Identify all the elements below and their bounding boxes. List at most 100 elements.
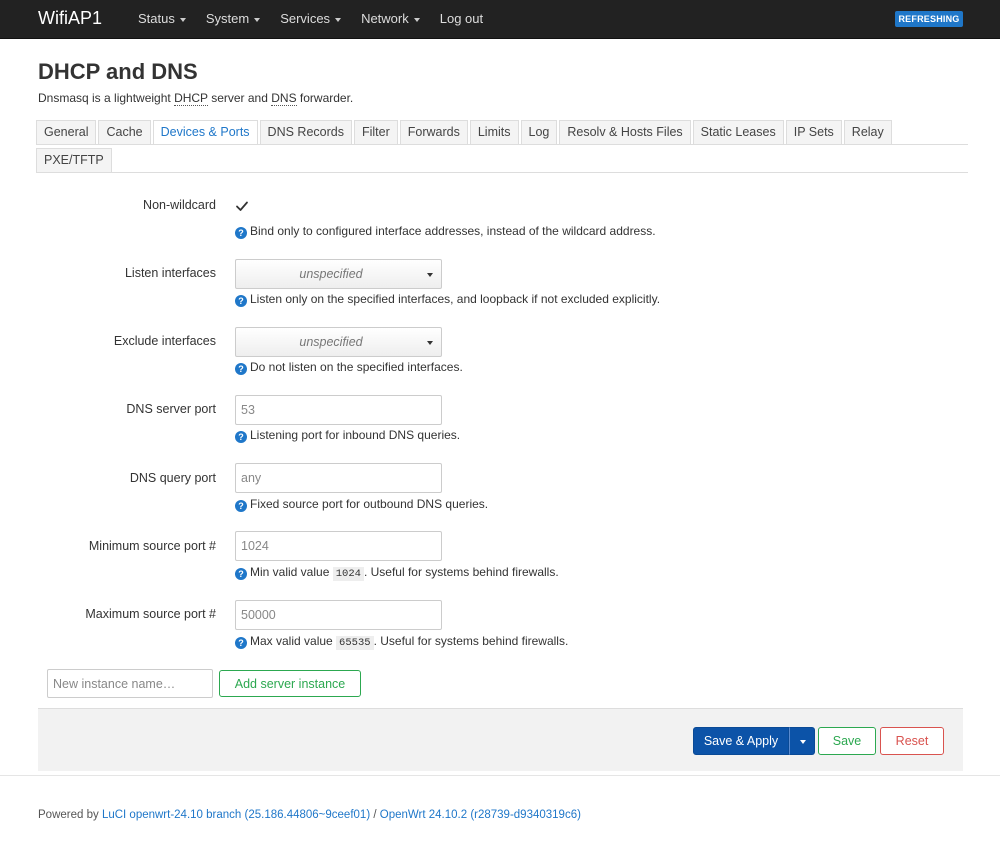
caret-down-icon <box>179 17 186 22</box>
question-circle-icon: ? <box>235 568 247 580</box>
page-description: Dnsmasq is a lightweight DHCP server and… <box>38 91 354 106</box>
min-help-prefix: Min valid value <box>250 565 333 579</box>
max-source-port-help: ? Max valid value 65535. Useful for syste… <box>235 634 569 650</box>
question-circle-icon: ? <box>235 227 247 239</box>
brand-title[interactable]: WifiAP1 <box>38 8 102 29</box>
caret-down-icon <box>427 273 433 277</box>
tab-pxe-tftp[interactable]: PXE/TFTP <box>36 148 112 173</box>
menu-status[interactable]: Status <box>128 0 196 39</box>
caret-down-icon <box>800 740 806 744</box>
question-circle-icon: ? <box>235 295 247 307</box>
menu-network-label: Network <box>361 11 409 26</box>
listen-interfaces-help-text: Listen only on the specified interfaces,… <box>250 292 661 306</box>
tab-limits[interactable]: Limits <box>469 120 519 145</box>
nonwildcard-help: ? Bind only to configured interface addre… <box>235 224 656 239</box>
footer-divider <box>0 775 1000 776</box>
tab-forwards[interactable]: Forwards <box>399 120 468 145</box>
menu-logout-label: Log out <box>439 11 484 26</box>
desc-mid: server and <box>207 91 272 105</box>
menu-services-label: Services <box>280 11 331 26</box>
save-apply-button[interactable]: Save & Apply <box>693 727 789 755</box>
nonwildcard-checkbox[interactable] <box>235 199 249 213</box>
menu-services[interactable]: Services <box>270 0 351 39</box>
min-help-code: 1024 <box>332 567 364 581</box>
dns-query-port-input[interactable] <box>235 463 442 493</box>
min-source-port-help: ? Min valid value 1024. Useful for system… <box>235 565 559 581</box>
listen-interfaces-select[interactable]: unspecified <box>235 259 442 289</box>
tab-divider <box>36 172 968 173</box>
dns-query-port-help-text: Fixed source port for outbound DNS queri… <box>250 497 489 511</box>
listen-interfaces-help: ? Listen only on the specified interfaces… <box>235 292 660 307</box>
page-title: DHCP and DNS <box>38 59 198 84</box>
dns-query-port-help: ? Fixed source port for outbound DNS quer… <box>235 497 488 512</box>
tab-devices-ports[interactable]: Devices & Ports <box>152 120 258 145</box>
caret-down-icon <box>413 17 420 22</box>
caret-down-icon <box>254 17 261 22</box>
exclude-interfaces-select[interactable]: unspecified <box>235 327 442 357</box>
desc-suffix: forwarder. <box>296 91 354 105</box>
save-button[interactable]: Save <box>818 727 876 755</box>
reset-button[interactable]: Reset <box>880 727 944 755</box>
nonwildcard-label: Non-wildcard <box>143 198 216 212</box>
desc-prefix: Dnsmasq is a lightweight <box>38 91 175 105</box>
add-server-instance-button[interactable]: Add server instance <box>219 670 361 697</box>
tab-filter[interactable]: Filter <box>353 120 398 145</box>
exclude-interfaces-help-text: Do not listen on the specified interface… <box>250 360 463 374</box>
action-bar: Save & Apply Save Reset <box>38 708 963 771</box>
dns-server-port-help: ? Listening port for inbound DNS queries. <box>235 428 460 443</box>
tab-dns-records[interactable]: DNS Records <box>259 120 352 145</box>
luci-link[interactable]: LuCI openwrt-24.10 branch (25.186.44806~… <box>102 809 370 821</box>
question-circle-icon: ? <box>235 637 247 649</box>
tab-relay[interactable]: Relay <box>843 120 892 145</box>
caret-down-icon <box>427 341 433 345</box>
menu-status-label: Status <box>138 11 175 26</box>
tab-static-leases[interactable]: Static Leases <box>692 120 784 145</box>
menu-system-label: System <box>205 11 250 26</box>
tab-row-1: General Cache Devices & Ports DNS Record… <box>36 120 968 145</box>
main-menu: Status System Services Network Log out <box>128 0 493 39</box>
max-help-prefix: Max valid value <box>250 634 337 648</box>
caret-down-icon <box>335 17 342 22</box>
min-source-port-label: Minimum source port # <box>88 539 216 553</box>
new-instance-name-input[interactable] <box>47 669 213 698</box>
menu-system[interactable]: System <box>196 0 270 39</box>
desc-abbr-dhcp: DHCP <box>174 91 208 106</box>
refreshing-badge[interactable]: REFRESHING <box>895 11 963 27</box>
tab-general[interactable]: General <box>36 120 97 145</box>
menu-network[interactable]: Network <box>351 0 430 39</box>
min-help-suffix: . Useful for systems behind firewalls. <box>363 565 559 579</box>
exclude-interfaces-label: Exclude interfaces <box>113 334 216 348</box>
tab-row-2: PXE/TFTP <box>36 148 114 173</box>
tab-resolv-hosts[interactable]: Resolv & Hosts Files <box>559 120 691 145</box>
max-help-suffix: . Useful for systems behind firewalls. <box>373 634 569 648</box>
question-circle-icon: ? <box>235 363 247 375</box>
tab-divider <box>36 144 968 145</box>
section-tabs: General Cache Devices & Ports DNS Record… <box>36 120 968 173</box>
listen-interfaces-label: Listen interfaces <box>124 266 216 280</box>
question-circle-icon: ? <box>235 500 247 512</box>
tab-cache[interactable]: Cache <box>98 120 151 145</box>
listen-interfaces-value: unspecified <box>299 267 363 281</box>
checkmark-icon <box>236 201 248 211</box>
question-circle-icon: ? <box>235 431 247 443</box>
min-source-port-input[interactable] <box>235 531 442 561</box>
dns-server-port-input[interactable] <box>235 395 442 425</box>
exclude-interfaces-value: unspecified <box>299 335 363 349</box>
footer: Powered by LuCI openwrt-24.10 branch (25… <box>38 809 581 821</box>
tab-log[interactable]: Log <box>520 120 558 145</box>
dns-server-port-help-text: Listening port for inbound DNS queries. <box>250 428 461 442</box>
footer-prefix: Powered by <box>38 809 102 821</box>
desc-abbr-dns: DNS <box>271 91 297 106</box>
footer-separator: / <box>370 809 380 821</box>
dns-query-port-label: DNS query port <box>129 471 216 485</box>
max-source-port-label: Maximum source port # <box>85 607 216 621</box>
menu-logout[interactable]: Log out <box>430 0 493 39</box>
max-source-port-input[interactable] <box>235 600 442 630</box>
openwrt-link[interactable]: OpenWrt 24.10.2 (r28739-d9340319c6) <box>380 809 581 821</box>
tab-ip-sets[interactable]: IP Sets <box>785 120 842 145</box>
dns-server-port-label: DNS server port <box>126 402 216 416</box>
save-apply-dropdown-button[interactable] <box>789 727 815 755</box>
top-navbar: WifiAP1 Status System Services Network L… <box>0 0 1000 39</box>
nonwildcard-help-text: Bind only to configured interface addres… <box>250 224 656 238</box>
max-help-code: 65535 <box>336 636 374 650</box>
